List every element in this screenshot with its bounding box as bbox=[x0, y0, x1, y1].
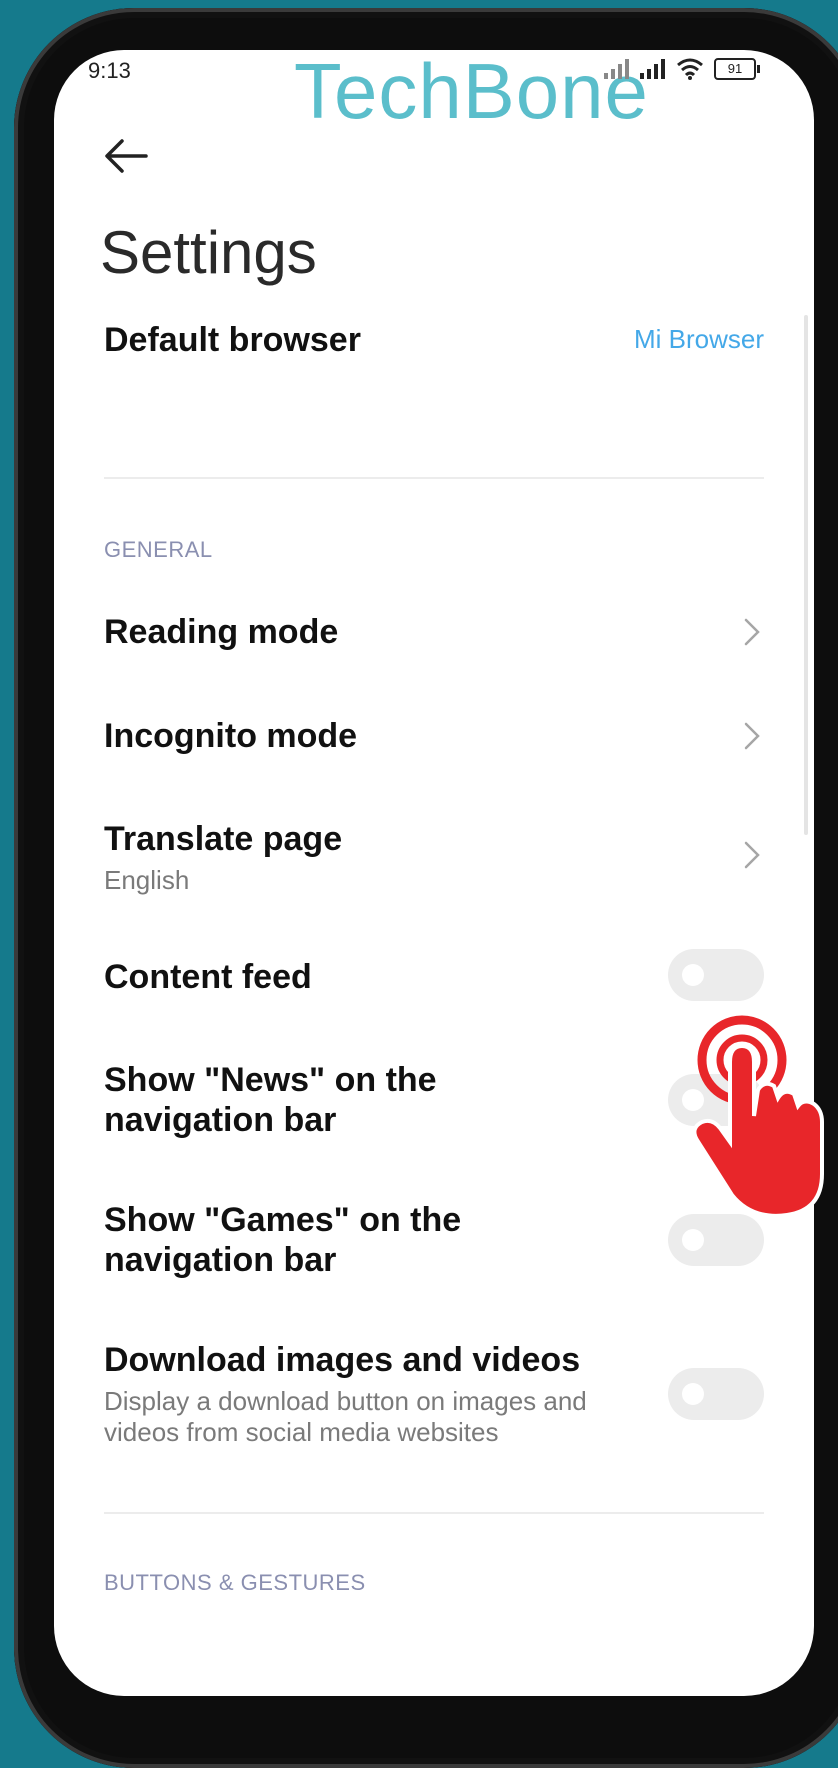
toggle-knob bbox=[682, 1229, 704, 1251]
content-feed-toggle[interactable] bbox=[668, 949, 764, 1001]
translate-page-language: English bbox=[104, 865, 190, 895]
download-media-row: Download images and videos Display a dow… bbox=[104, 1340, 764, 1448]
toggle-knob bbox=[682, 964, 704, 986]
status-time: 9:13 bbox=[88, 58, 131, 83]
reading-mode-label: Reading mode bbox=[104, 613, 339, 651]
watermark-logo: TechBone bbox=[294, 50, 649, 135]
show-games-label: Show "Games" on the navigation bar bbox=[104, 1201, 462, 1279]
default-browser-row[interactable]: Default browser Mi Browser bbox=[104, 320, 764, 360]
show-games-row: Show "Games" on the navigation bar bbox=[104, 1200, 764, 1280]
arrow-left-icon[interactable] bbox=[98, 128, 154, 184]
show-news-row: Show "News" on the navigation bar bbox=[104, 1060, 764, 1140]
default-browser-value: Mi Browser bbox=[633, 324, 764, 354]
download-media-description: Display a download button on images and … bbox=[104, 1386, 587, 1447]
divider bbox=[104, 1512, 764, 1514]
section-general: GENERAL bbox=[104, 537, 213, 562]
show-news-label: Show "News" on the navigation bar bbox=[104, 1061, 437, 1139]
battery-icon: 91 bbox=[714, 58, 760, 80]
download-media-toggle[interactable] bbox=[668, 1368, 764, 1420]
scrollbar[interactable] bbox=[804, 315, 808, 835]
status-icons: 91 bbox=[604, 58, 760, 80]
incognito-mode-row[interactable]: Incognito mode bbox=[104, 716, 764, 756]
incognito-mode-label: Incognito mode bbox=[104, 717, 358, 755]
divider bbox=[104, 477, 764, 479]
signal-icon-2 bbox=[640, 59, 665, 79]
chevron-right-icon bbox=[744, 618, 760, 646]
download-media-label: Download images and videos bbox=[104, 1341, 581, 1379]
signal-icon bbox=[604, 59, 629, 79]
reading-mode-row[interactable]: Reading mode bbox=[104, 612, 764, 652]
toggle-knob bbox=[682, 1383, 704, 1405]
chevron-right-icon bbox=[744, 722, 760, 750]
screen: 9:13 TechBone 91 Settings Default browse… bbox=[54, 50, 814, 1696]
translate-page-label: Translate page bbox=[104, 820, 343, 858]
section-buttons-gestures: BUTTONS & GESTURES bbox=[104, 1570, 366, 1595]
page-title: Settings bbox=[100, 219, 317, 286]
hand-tap-icon bbox=[692, 1015, 824, 1218]
translate-page-row[interactable]: Translate page English bbox=[104, 819, 764, 896]
chevron-right-icon bbox=[744, 841, 760, 869]
content-feed-row: Content feed bbox=[104, 949, 764, 1011]
wifi-icon bbox=[677, 58, 703, 80]
content-feed-label: Content feed bbox=[104, 958, 312, 996]
